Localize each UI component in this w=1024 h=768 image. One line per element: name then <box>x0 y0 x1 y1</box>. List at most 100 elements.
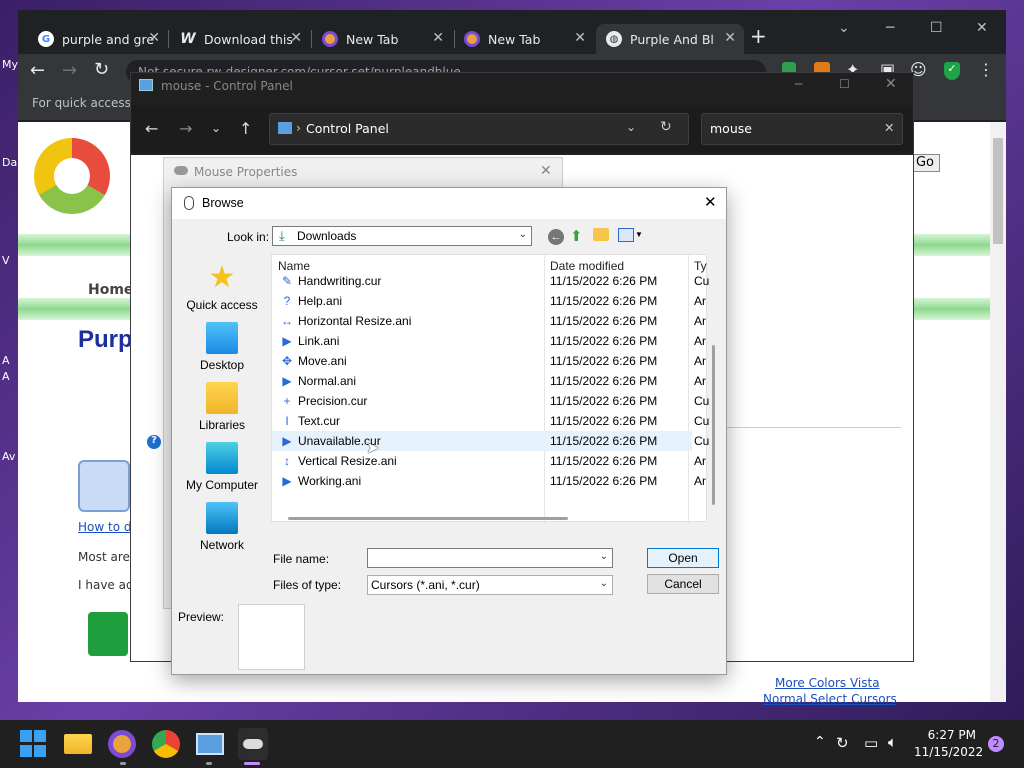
file-name: Handwriting.cur <box>298 274 382 288</box>
back-icon[interactable]: ← <box>145 119 158 138</box>
maximize-icon[interactable]: ☐ <box>839 77 850 91</box>
place-desktop[interactable]: Desktop <box>176 322 268 372</box>
open-button[interactable]: Open <box>647 548 719 568</box>
help-icon[interactable]: ? <box>147 435 161 449</box>
close-icon[interactable]: ✕ <box>885 76 897 92</box>
search-input[interactable]: mouse ✕ <box>701 113 903 145</box>
tab-purple-and-blue[interactable]: ◍ Purple And Bl ✕ <box>596 24 744 54</box>
file-type: Ar <box>694 334 706 348</box>
forward-icon[interactable]: → <box>62 60 77 81</box>
file-row[interactable]: ✎ Handwriting.cur 11/15/2022 6:26 PM Cu <box>272 271 709 291</box>
file-list[interactable]: Name Date modified Ty ✎ Handwriting.cur 11… <box>271 254 715 523</box>
taskbar: ⌃ ↻ ▭ 🔈︎ 6:27 PM 11/15/2022 2 <box>0 720 1024 768</box>
mouse-app-icon[interactable] <box>238 728 268 760</box>
tab-new-tab-1[interactable]: New Tab ✕ <box>312 24 452 54</box>
file-name-input[interactable]: ⌄ <box>367 548 613 568</box>
file-name: Working.ani <box>298 474 362 488</box>
volume-icon[interactable]: 🔈︎ <box>888 733 897 751</box>
look-in-label: Look in: <box>227 230 270 244</box>
file-name: Move.ani <box>298 354 347 368</box>
file-row[interactable]: I Text.cur 11/15/2022 6:26 PM Cu <box>272 411 709 431</box>
reload-icon[interactable]: ↻ <box>94 59 109 80</box>
chevron-up-icon[interactable]: ⌃ <box>814 734 826 750</box>
close-icon[interactable]: ✕ <box>704 193 717 211</box>
clock-date[interactable]: 11/15/2022 <box>914 745 983 759</box>
file-row[interactable]: + Precision.cur 11/15/2022 6:26 PM Cu <box>272 391 709 411</box>
cursor-file-icon: ▶ <box>282 334 292 348</box>
file-type: Ar <box>694 314 706 328</box>
file-row[interactable]: ? Help.ani 11/15/2022 6:26 PM Ar <box>272 291 706 311</box>
file-date: 11/15/2022 6:26 PM <box>550 454 658 468</box>
maximize-icon[interactable]: ☐ <box>930 20 943 36</box>
file-explorer-icon[interactable] <box>64 734 92 754</box>
file-date: 11/15/2022 6:26 PM <box>550 334 658 348</box>
back-icon[interactable]: ← <box>30 60 45 81</box>
file-row[interactable]: ↔ Horizontal Resize.ani 11/15/2022 6:26 PM… <box>272 311 706 331</box>
file-type: Cu <box>694 394 710 408</box>
close-icon[interactable]: ✕ <box>574 30 586 46</box>
address-bar[interactable]: › Control Panel ⌄ ↻ <box>269 113 689 145</box>
close-icon[interactable]: ✕ <box>724 30 736 46</box>
file-row[interactable]: ▶ Link.ani 11/15/2022 6:26 PM Ar <box>272 331 706 351</box>
place-my-computer[interactable]: My Computer <box>176 442 268 492</box>
forward-icon[interactable]: → <box>179 119 192 138</box>
browser-icon[interactable] <box>108 730 136 758</box>
chevron-down-icon[interactable]: ⌄ <box>838 20 850 36</box>
files-of-type-select[interactable]: Cursors (*.ani, *.cur) ⌄ <box>367 575 613 595</box>
refresh-icon[interactable]: ↻ <box>660 119 672 135</box>
start-button[interactable] <box>20 730 46 758</box>
file-row[interactable]: ▶ Working.ani 11/15/2022 6:26 PM Ar <box>272 471 706 491</box>
download-button[interactable] <box>88 612 128 656</box>
place-network[interactable]: Network <box>176 502 268 552</box>
cursor-file-icon: ▶ <box>282 474 292 488</box>
recent-dropdown-icon[interactable]: ⌄ <box>211 121 221 135</box>
go-button[interactable]: Go <box>910 154 940 172</box>
look-in-select[interactable]: ⤓ Downloads ⌄ <box>272 226 532 246</box>
column-header-type[interactable]: Ty <box>694 259 707 273</box>
close-icon[interactable]: ✕ <box>290 30 302 46</box>
place-libraries[interactable]: Libraries <box>176 382 268 432</box>
file-row[interactable]: ✥ Move.ani 11/15/2022 6:26 PM Ar <box>272 351 706 371</box>
close-icon[interactable]: ✕ <box>432 30 444 46</box>
minimize-icon[interactable]: ─ <box>886 20 894 36</box>
minimize-icon[interactable]: ─ <box>795 77 802 91</box>
up-icon[interactable]: ↑ <box>239 119 252 138</box>
file-name: Link.ani <box>298 334 340 348</box>
horizontal-scrollbar[interactable] <box>288 517 568 520</box>
back-icon[interactable]: ← <box>548 229 564 245</box>
sync-icon[interactable]: ↻ <box>836 734 849 752</box>
new-tab-button[interactable]: + <box>750 24 767 48</box>
control-panel-icon[interactable] <box>196 733 224 755</box>
vertical-scrollbar[interactable] <box>712 345 715 505</box>
close-icon[interactable]: ✕ <box>540 163 552 179</box>
shield-icon[interactable]: ✓ <box>944 62 960 80</box>
home-link[interactable]: Home <box>88 282 133 298</box>
file-row[interactable]: ↕ Vertical Resize.ani 11/15/2022 6:26 PM Ar <box>272 451 706 471</box>
cancel-button[interactable]: Cancel <box>647 574 719 594</box>
file-row[interactable]: ▶ Normal.ani 11/15/2022 6:26 PM Ar <box>272 371 706 391</box>
view-menu-icon[interactable] <box>618 228 634 242</box>
menu-icon[interactable]: ⋮ <box>978 60 994 79</box>
network-icon[interactable]: ▭ <box>864 734 878 752</box>
scrollbar[interactable] <box>990 122 1006 702</box>
tab-new-tab-2[interactable]: New Tab ✕ <box>454 24 594 54</box>
window-title: mouse - Control Panel <box>161 79 293 93</box>
more-colors-link[interactable]: More Colors Vista <box>775 676 880 690</box>
close-icon[interactable]: ✕ <box>148 30 160 46</box>
close-window-icon[interactable]: ✕ <box>976 20 988 36</box>
new-folder-icon[interactable] <box>593 228 609 241</box>
notification-badge[interactable]: 2 <box>988 736 1004 752</box>
file-name: Precision.cur <box>298 394 368 408</box>
save-icon <box>78 460 130 512</box>
clear-icon[interactable]: ✕ <box>884 120 894 135</box>
chevron-down-icon[interactable]: ⌄ <box>626 120 636 134</box>
place-quick-access[interactable]: ★ Quick access <box>176 262 268 313</box>
mouse-icon <box>184 196 194 210</box>
normal-select-link[interactable]: Normal Select Cursors <box>763 692 897 706</box>
tab-purple-and-green[interactable]: G purple and gre ✕ <box>28 24 168 54</box>
clock-time[interactable]: 6:27 PM <box>918 728 976 742</box>
up-folder-icon[interactable]: ⬆ <box>570 227 583 245</box>
file-row[interactable]: ▶ Unavailable.cur 11/15/2022 6:26 PM Cu <box>272 431 709 451</box>
tab-download[interactable]: W Download this ✕ <box>170 24 310 54</box>
chrome-icon[interactable] <box>152 730 180 758</box>
